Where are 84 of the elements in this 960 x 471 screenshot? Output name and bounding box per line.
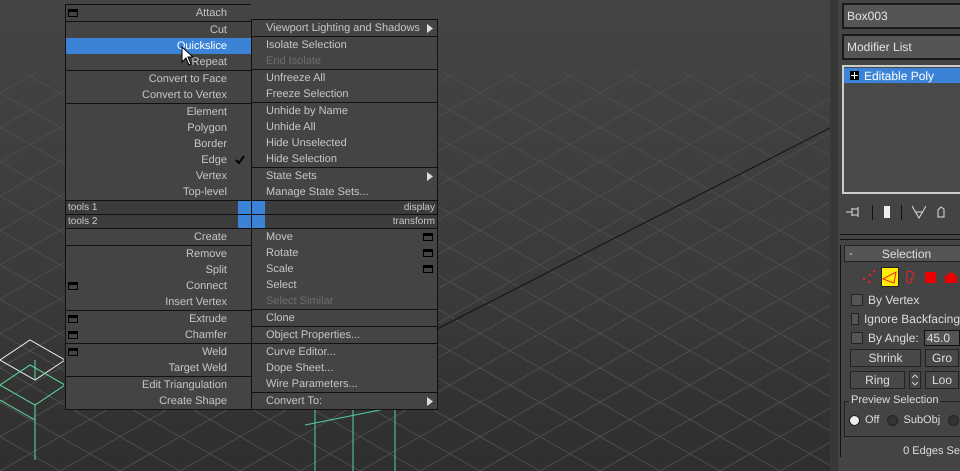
menu-item[interactable]: Top-level — [66, 184, 251, 200]
menu-item[interactable]: Cut — [66, 22, 251, 38]
menu-item[interactable]: Weld — [66, 344, 251, 360]
radio-button[interactable] — [887, 414, 898, 426]
checkbox-label: By Angle: — [868, 330, 919, 344]
quadrant-marker-icon — [238, 215, 251, 228]
menu-item[interactable]: Freeze Selection — [252, 86, 437, 102]
menu-item[interactable]: Extrude — [66, 311, 251, 327]
menu-item[interactable]: Object Properties... — [252, 327, 437, 343]
menu-item[interactable]: Clone — [252, 310, 437, 326]
quad-header: transform — [392, 216, 436, 227]
quad-header: display — [402, 202, 436, 213]
menu-item[interactable]: Connect — [66, 278, 251, 294]
menu-item[interactable]: Chamfer — [66, 327, 251, 343]
spinner-icon[interactable] — [909, 371, 921, 389]
stack-item[interactable]: Editable Poly — [844, 68, 960, 83]
edge-level-icon[interactable] — [880, 267, 898, 287]
menu-item[interactable]: Polygon — [66, 120, 251, 136]
panel-button[interactable]: Gro — [925, 349, 959, 367]
stack-bar-icon[interactable] — [883, 205, 891, 219]
checkbox-label: By Vertex — [868, 292, 920, 306]
group-title: Preview Selection — [849, 394, 940, 406]
object-name-field[interactable]: Box003 — [842, 3, 960, 29]
quadrant-marker-icon — [252, 201, 265, 214]
menu-item[interactable]: Rotate — [252, 245, 437, 261]
panel-button[interactable]: Ring — [850, 371, 905, 389]
menu-item[interactable]: Quickslice — [66, 38, 251, 54]
menu-item[interactable]: Attach — [66, 5, 251, 21]
menu-item[interactable]: Move — [252, 229, 437, 245]
menu-item[interactable]: Wire Parameters... — [252, 376, 437, 392]
menu-item[interactable]: Edge — [66, 152, 251, 168]
menu-item[interactable]: Hide Unselected — [252, 135, 437, 151]
selection-status-text: 0 Edges Se — [902, 444, 960, 457]
radio-button[interactable] — [948, 414, 960, 426]
checkbox[interactable] — [851, 312, 859, 324]
panel-button[interactable]: Shrink — [850, 349, 921, 367]
checkbox[interactable] — [851, 294, 863, 306]
panel-button[interactable]: Loo — [925, 371, 959, 389]
funnel-icon[interactable] — [912, 205, 926, 219]
menu-item[interactable]: Unhide by Name — [252, 103, 437, 119]
menu-item[interactable]: Target Weld — [66, 360, 251, 376]
menu-item[interactable]: Convert To: — [252, 393, 437, 409]
menu-item[interactable]: Border — [66, 136, 251, 152]
menu-item[interactable]: Convert to Vertex — [66, 87, 251, 103]
angle-field[interactable]: 45.0 — [924, 330, 960, 346]
radio-label: Off — [865, 414, 880, 426]
menu-item[interactable]: Edit Triangulation — [66, 377, 251, 393]
menu-item[interactable]: Curve Editor... — [252, 344, 437, 360]
menu-item[interactable]: Create Shape — [66, 393, 251, 409]
modifier-list-dropdown[interactable]: Modifier List — [842, 34, 960, 60]
menu-item[interactable]: Isolate Selection — [252, 37, 437, 53]
menu-item[interactable]: Manage State Sets... — [252, 184, 437, 200]
menu-item[interactable]: Repeat — [66, 54, 251, 70]
menu-item[interactable]: Unfreeze All — [252, 70, 437, 86]
quadrant-marker-icon — [252, 215, 265, 228]
options-icon — [68, 282, 78, 290]
menu-item[interactable]: Select — [252, 277, 437, 293]
menu-item[interactable]: State Sets — [252, 168, 437, 184]
quad-header: tools 1 — [67, 202, 98, 213]
radio-label: SubObj — [903, 414, 940, 426]
checkbox[interactable] — [851, 332, 863, 344]
menu-item[interactable]: Element — [66, 104, 251, 120]
rollout-header[interactable]: - Selection — [844, 245, 960, 262]
menu-item[interactable]: Scale — [252, 261, 437, 277]
menu-item[interactable]: Convert to Face — [66, 71, 251, 87]
options-icon — [68, 9, 78, 17]
menu-item[interactable]: Create — [66, 229, 251, 245]
menu-item[interactable]: Split — [66, 262, 251, 278]
submenu-arrow-icon — [427, 24, 433, 32]
expand-icon — [850, 71, 859, 80]
menu-item[interactable]: Hide Selection — [252, 151, 437, 167]
menu-item[interactable]: Remove — [66, 246, 251, 262]
checkbox-label: Ignore Backfacing — [864, 312, 960, 326]
submenu-arrow-icon — [427, 172, 433, 180]
menu-item[interactable]: Viewport Lighting and Shadows — [252, 20, 437, 36]
menu-item[interactable]: Vertex — [66, 168, 251, 184]
menu-item[interactable]: Unhide All — [252, 119, 437, 135]
menu-item[interactable]: Insert Vertex — [66, 294, 251, 310]
submenu-arrow-icon — [427, 396, 433, 406]
menu-item[interactable]: Dope Sheet... — [252, 360, 437, 376]
quad-header: tools 2 — [67, 216, 98, 227]
checkmark-icon — [235, 155, 245, 165]
radio-button[interactable] — [849, 414, 860, 426]
quadrant-marker-icon — [238, 201, 251, 214]
